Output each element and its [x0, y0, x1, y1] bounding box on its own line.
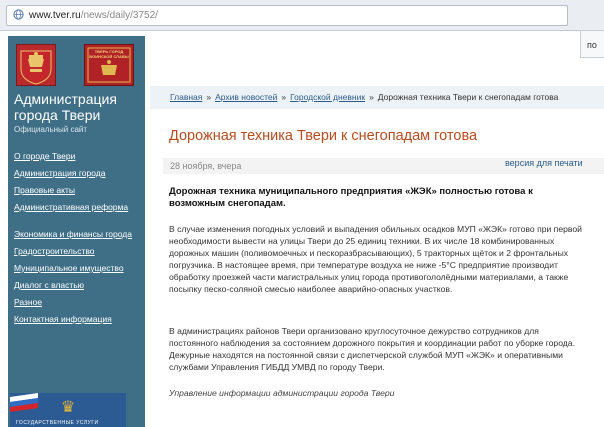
article-lead: Дорожная техника муниципального предприя… — [169, 186, 533, 209]
nav-item-legal-acts[interactable]: Правовые акты — [14, 185, 75, 195]
url-path: /news/daily/3752/ — [80, 10, 158, 21]
breadcrumb: Главная» Архив новостей» Городской дневник… — [170, 92, 558, 102]
banner-motto: ТВЕРЬ ГОРОД ВОИНСКОЙ СЛАВЫ — [89, 49, 129, 59]
coat-of-arms-icon[interactable] — [16, 44, 56, 86]
breadcrumb-home[interactable]: Главная — [170, 92, 202, 102]
print-version-link[interactable]: версия для печати — [505, 158, 583, 168]
site-subtitle: Официальный сайт — [14, 125, 88, 134]
article-paragraph-1: В случае изменения погодных условий и вы… — [169, 224, 582, 294]
article-title: Дорожная техника Твери к снегопадам гото… — [169, 128, 478, 144]
breadcrumb-separator: » — [281, 92, 287, 102]
nav-item-economy[interactable]: Экономика и финансы города — [14, 229, 132, 239]
nav-item-administration[interactable]: Администрация города — [14, 168, 105, 178]
emblems: ТВЕРЬ ГОРОД ВОИНСКОЙ СЛАВЫ — [16, 44, 141, 86]
article-source: Управление информации администрации горо… — [169, 388, 395, 398]
nav-item-about-city[interactable]: О городе Твери — [14, 151, 75, 161]
site-title: Администрация города Твери — [14, 91, 117, 123]
gov-services-banner[interactable]: ♛ ГОСУДАРСТВЕННЫЕ УСЛУГИ — [10, 393, 126, 427]
breadcrumb-diary[interactable]: Городской дневник — [290, 92, 365, 102]
nav-item-urban-planning[interactable]: Градостроительство — [14, 246, 95, 256]
nav-item-admin-reform[interactable]: Административная реформа — [14, 202, 128, 212]
url-host: www.tver.ru — [29, 10, 81, 21]
eagle-emblem-icon: ♛ — [60, 399, 76, 416]
breadcrumb-archive[interactable]: Архив новостей — [215, 92, 277, 102]
nav-item-dialogue[interactable]: Диалог с властью — [14, 280, 84, 290]
breadcrumb-separator: » — [206, 92, 212, 102]
breadcrumb-separator: » — [369, 92, 374, 102]
city-banner-icon[interactable]: ТВЕРЬ ГОРОД ВОИНСКОЙ СЛАВЫ — [84, 44, 134, 86]
article-date: 28 ноября, вчера — [170, 161, 242, 171]
nav-item-property[interactable]: Муниципальное имущество — [14, 263, 124, 273]
sidebar: ТВЕРЬ ГОРОД ВОИНСКОЙ СЛАВЫ Администрация… — [8, 36, 145, 427]
nav-item-misc[interactable]: Разное — [14, 297, 42, 307]
nav-item-contacts[interactable]: Контактная информация — [14, 314, 112, 324]
breadcrumb-current: Дорожная техника Твери к снегопадам гото… — [377, 92, 559, 102]
article-paragraph-2: В администрациях районов Твери организов… — [169, 326, 575, 372]
gov-services-label: ГОСУДАРСТВЕННЫЕ УСЛУГИ — [16, 420, 99, 426]
globe-icon — [13, 9, 24, 20]
address-bar[interactable]: www.tver.ru/news/daily/3752/ — [6, 5, 568, 26]
browser-toolbar: www.tver.ru/news/daily/3752/ — [0, 0, 604, 31]
search-input[interactable]: по — [580, 30, 604, 58]
